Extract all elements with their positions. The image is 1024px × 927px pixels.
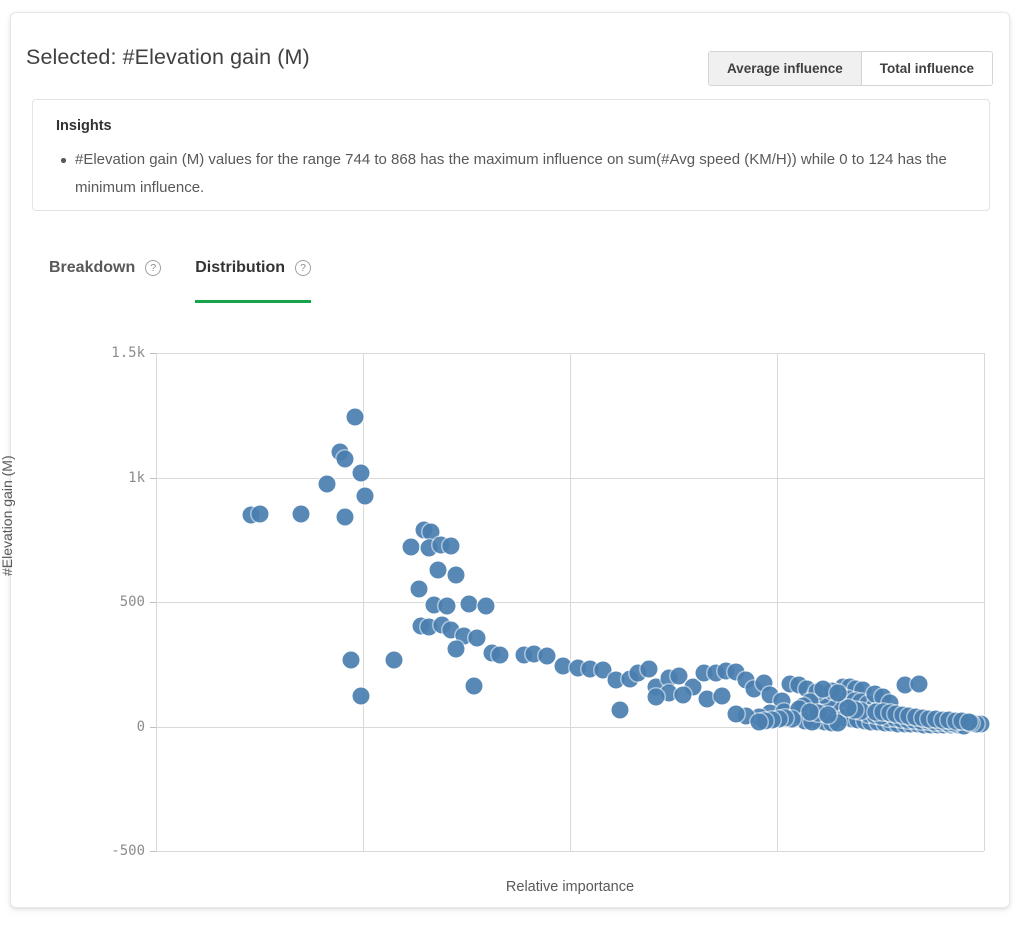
y-gridline: [156, 353, 984, 354]
scatter-point[interactable]: [538, 647, 556, 665]
scatter-point[interactable]: [727, 705, 745, 723]
y-gridline: [156, 602, 984, 603]
y-gridline: [156, 477, 984, 479]
insights-heading: Insights: [56, 118, 112, 134]
scatter-point[interactable]: [356, 487, 374, 505]
tab-breakdown[interactable]: Breakdown ?: [49, 259, 162, 303]
scatter-point[interactable]: [829, 684, 847, 702]
scatter-point[interactable]: [839, 699, 857, 717]
chart-tabs[interactable]: Breakdown ? Distribution ?: [49, 259, 345, 303]
insights-panel: Insights #Elevation gain (M) values for …: [32, 99, 990, 211]
y-tick-label: 1.5k: [111, 345, 145, 361]
distribution-scatter-chart: #Elevation gain (M) 1.5k 1k 500 0 -500 Relat…: [0, 331, 1011, 901]
tab-distribution-label: Distribution: [195, 259, 286, 276]
scatter-point[interactable]: [447, 640, 465, 658]
y-tick-label: 500: [119, 594, 145, 610]
scatter-point[interactable]: [491, 646, 509, 664]
scatter-point[interactable]: [342, 651, 360, 669]
scatter-point[interactable]: [468, 629, 486, 647]
scatter-point[interactable]: [713, 687, 731, 705]
x-axis-title: Relative importance: [505, 879, 635, 895]
average-influence-button[interactable]: Average influence: [708, 52, 861, 85]
y-tick-mark: [150, 353, 156, 354]
scatter-point[interactable]: [410, 580, 428, 598]
y-tick-mark: [150, 726, 156, 728]
scatter-point[interactable]: [336, 508, 354, 526]
scatter-point[interactable]: [352, 687, 370, 705]
scatter-point[interactable]: [801, 703, 819, 721]
insights-list: #Elevation gain (M) values for the range…: [33, 146, 989, 202]
page-title: Selected: #Elevation gain (M): [26, 45, 310, 69]
insight-item: #Elevation gain (M) values for the range…: [61, 146, 955, 202]
tab-breakdown-label: Breakdown: [49, 259, 136, 276]
y-tick-mark: [150, 477, 156, 479]
y-tick-label: 0: [136, 718, 145, 735]
tab-distribution[interactable]: Distribution ?: [195, 259, 312, 303]
scatter-point[interactable]: [465, 677, 483, 695]
scatter-point[interactable]: [336, 450, 354, 468]
scatter-point[interactable]: [318, 475, 336, 493]
scatter-point[interactable]: [447, 566, 465, 584]
help-icon[interactable]: ?: [295, 260, 312, 276]
scatter-point[interactable]: [251, 505, 268, 523]
influence-toggle-group[interactable]: Average influence Total influence: [707, 51, 993, 86]
scatter-point[interactable]: [611, 701, 629, 719]
total-influence-button[interactable]: Total influence: [861, 52, 992, 85]
plot-canvas: [150, 353, 990, 852]
y-tick-label: -500: [111, 843, 145, 859]
y-axis-title: #Elevation gain (M): [0, 455, 15, 576]
tab-underline: [195, 300, 312, 303]
scatter-point[interactable]: [750, 713, 768, 731]
scatter-point[interactable]: [438, 597, 456, 615]
scatter-point[interactable]: [429, 561, 447, 579]
scatter-point[interactable]: [674, 686, 692, 704]
scatter-point[interactable]: [292, 505, 310, 523]
scatter-point[interactable]: [442, 537, 460, 555]
x-gridline: [984, 353, 985, 851]
y-gridline: [156, 851, 984, 852]
scatter-point[interactable]: [819, 706, 837, 724]
scatter-point[interactable]: [402, 538, 420, 556]
insight-advisor-card: Selected: #Elevation gain (M) Average in…: [0, 12, 1011, 908]
scatter-point[interactable]: [647, 688, 665, 706]
y-tick-mark: [150, 602, 156, 603]
y-tick-label: 1k: [128, 469, 145, 486]
scatter-point[interactable]: [960, 713, 978, 731]
scatter-point[interactable]: [346, 408, 364, 426]
scatter-point[interactable]: [352, 464, 370, 482]
scatter-point[interactable]: [640, 660, 658, 678]
scatter-point[interactable]: [477, 597, 495, 615]
help-icon[interactable]: ?: [145, 260, 162, 276]
scatter-point[interactable]: [385, 651, 403, 669]
card-header: Selected: #Elevation gain (M) Average in…: [11, 13, 1009, 86]
y-tick-mark: [150, 851, 156, 852]
scatter-point[interactable]: [460, 595, 478, 613]
scatter-point[interactable]: [910, 675, 928, 693]
